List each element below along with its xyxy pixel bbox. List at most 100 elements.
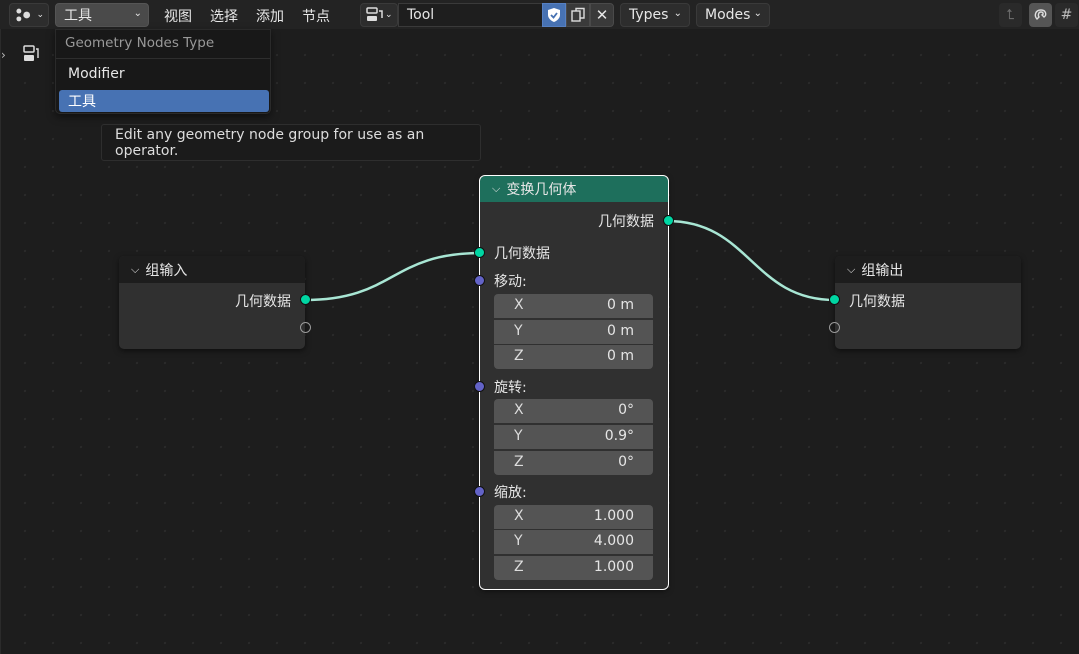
shield-check-icon [548,8,560,22]
rotation-socket[interactable] [474,381,485,392]
translation-x-field[interactable]: X 0 m [494,294,653,318]
transform-input-geometry-socket[interactable] [474,247,485,258]
transform-geometry-title: 变换几何体 [506,182,577,198]
tool-select-label: 工具 [64,8,92,24]
chevron-down-icon[interactable]: ⌵ [847,263,855,277]
field-axis-label: Y [514,428,523,444]
transform-geometry-node[interactable]: ⌵ 变换几何体 几何数据 几何数据 移动: X 0 m Y 0 m Z 0 m … [474,175,674,590]
scale-socket[interactable] [474,486,485,497]
grid-snap-icon: # [1060,7,1073,23]
group-output-empty-socket[interactable] [829,322,840,333]
unlink-node-tree-button[interactable]: ✕ [590,3,614,27]
field-axis-label: X [514,297,524,313]
link-group-input-to-transform [304,251,482,302]
types-label: Types [629,7,669,23]
transform-input-geometry-label: 几何数据 [494,246,550,262]
menu-divider [56,58,270,59]
scale-label: 缩放: [494,485,527,501]
scale-x-field[interactable]: X 1.000 [494,505,653,529]
field-axis-label: Z [514,559,524,575]
group-input-geometry-label: 几何数据 [235,294,291,310]
magnet-icon [1034,9,1046,20]
menu-title: Geometry Nodes Type [65,35,215,51]
transform-geometry-header[interactable]: ⌵ 变换几何体 [480,176,668,202]
field-value: 0° [618,454,634,470]
editor-header: ⌄ 工具 ⌄ 视图 选择 添加 节点 ⌄ Tool ✕ Types ⌄ Mode… [0,0,1079,29]
modes-dropdown[interactable]: Modes ⌄ [696,3,770,27]
field-axis-label: X [514,402,524,418]
geometry-nodes-type-select[interactable]: 工具 ⌄ [55,3,149,27]
scale-y-field[interactable]: Y 4.000 [494,530,653,554]
link-transform-to-group-output [666,219,836,302]
chevron-down-icon: ⌄ [133,8,142,19]
menu-select[interactable]: 选择 [210,6,238,26]
chevron-down-icon: ⌄ [673,8,682,19]
node-tree-icon[interactable] [23,45,39,67]
group-output-title: 组输出 [861,262,904,279]
scale-z-field[interactable]: Z 1.000 [494,556,653,580]
group-output-geometry-label: 几何数据 [849,294,905,310]
types-dropdown[interactable]: Types ⌄ [620,3,690,27]
snap-toggle[interactable] [1029,3,1052,27]
fake-user-toggle[interactable] [542,3,566,27]
node-tree-browse-button[interactable]: ⌄ [360,3,398,27]
chevron-down-icon: ⌄ [753,8,762,19]
translation-z-field[interactable]: Z 0 m [494,345,653,369]
group-output-node[interactable]: ⌵ 组输出 几何数据 [829,256,1021,349]
group-input-node[interactable]: ⌵ 组输入 几何数据 [119,256,311,349]
menu-item-label: Modifier [68,66,125,82]
chevron-right-icon[interactable]: › [1,48,6,62]
field-value: 1.000 [593,508,634,524]
group-input-header[interactable]: ⌵ 组输入 [119,256,305,283]
field-axis-label: Y [514,533,523,549]
menu-item-label: 工具 [68,94,96,110]
transform-output-geometry-label: 几何数据 [598,214,654,230]
group-output-header[interactable]: ⌵ 组输出 [835,256,1021,283]
translation-socket[interactable] [474,275,485,286]
chevron-down-icon: ⌄ [36,10,44,20]
menu-node[interactable]: 节点 [302,6,330,26]
geometry-nodes-type-menu: Geometry Nodes Type Modifier 工具 [55,29,271,114]
node-tree-icon [366,7,383,21]
node-editor-icon [16,8,31,22]
rotation-y-field[interactable]: Y 0.9° [494,425,653,449]
group-input-title: 组输入 [145,262,188,279]
field-value: 0 m [607,297,634,313]
group-input-empty-socket[interactable] [300,322,311,333]
node-tree-name-field[interactable]: Tool [398,3,542,27]
translation-label: 移动: [494,274,527,290]
translation-y-field[interactable]: Y 0 m [494,320,653,344]
chevron-down-icon[interactable]: ⌵ [131,263,139,277]
field-value: 0 m [607,323,634,339]
close-icon: ✕ [595,6,609,24]
duplicate-node-tree-button[interactable] [566,3,590,27]
node-tree-name: Tool [407,7,435,23]
snap-target-button[interactable]: # [1055,3,1078,27]
menu-item-tool[interactable]: 工具 [59,90,269,112]
editor-type-button[interactable]: ⌄ [9,3,49,27]
group-input-geometry-socket[interactable] [300,294,311,305]
rotation-x-field[interactable]: X 0° [494,399,653,423]
field-value: 4.000 [593,533,634,549]
duplicate-icon [571,7,585,22]
group-output-geometry-socket[interactable] [829,294,840,305]
menu-view[interactable]: 视图 [164,6,192,26]
modes-label: Modes [705,7,751,23]
chevron-down-icon[interactable]: ⌵ [492,182,500,196]
rotation-z-field[interactable]: Z 0° [494,451,653,475]
field-axis-label: Z [514,454,524,470]
field-axis-label: X [514,508,524,524]
field-value: 0.9° [604,428,634,444]
field-value: 1.000 [593,559,634,575]
transform-output-geometry-socket[interactable] [663,215,674,226]
chevron-down-icon: ⌄ [385,10,393,20]
parent-node-tree-button[interactable]: ⮤ [999,3,1022,27]
arrow-up-icon: ⮤ [1006,7,1015,23]
tooltip-text: Edit any geometry node group for use as … [115,126,425,159]
field-value: 0° [618,402,634,418]
tooltip: Edit any geometry node group for use as … [101,124,481,161]
menu-item-modifier[interactable]: Modifier [59,63,269,85]
rotation-label: 旋转: [494,380,527,396]
field-value: 0 m [607,348,634,364]
menu-add[interactable]: 添加 [256,6,284,26]
